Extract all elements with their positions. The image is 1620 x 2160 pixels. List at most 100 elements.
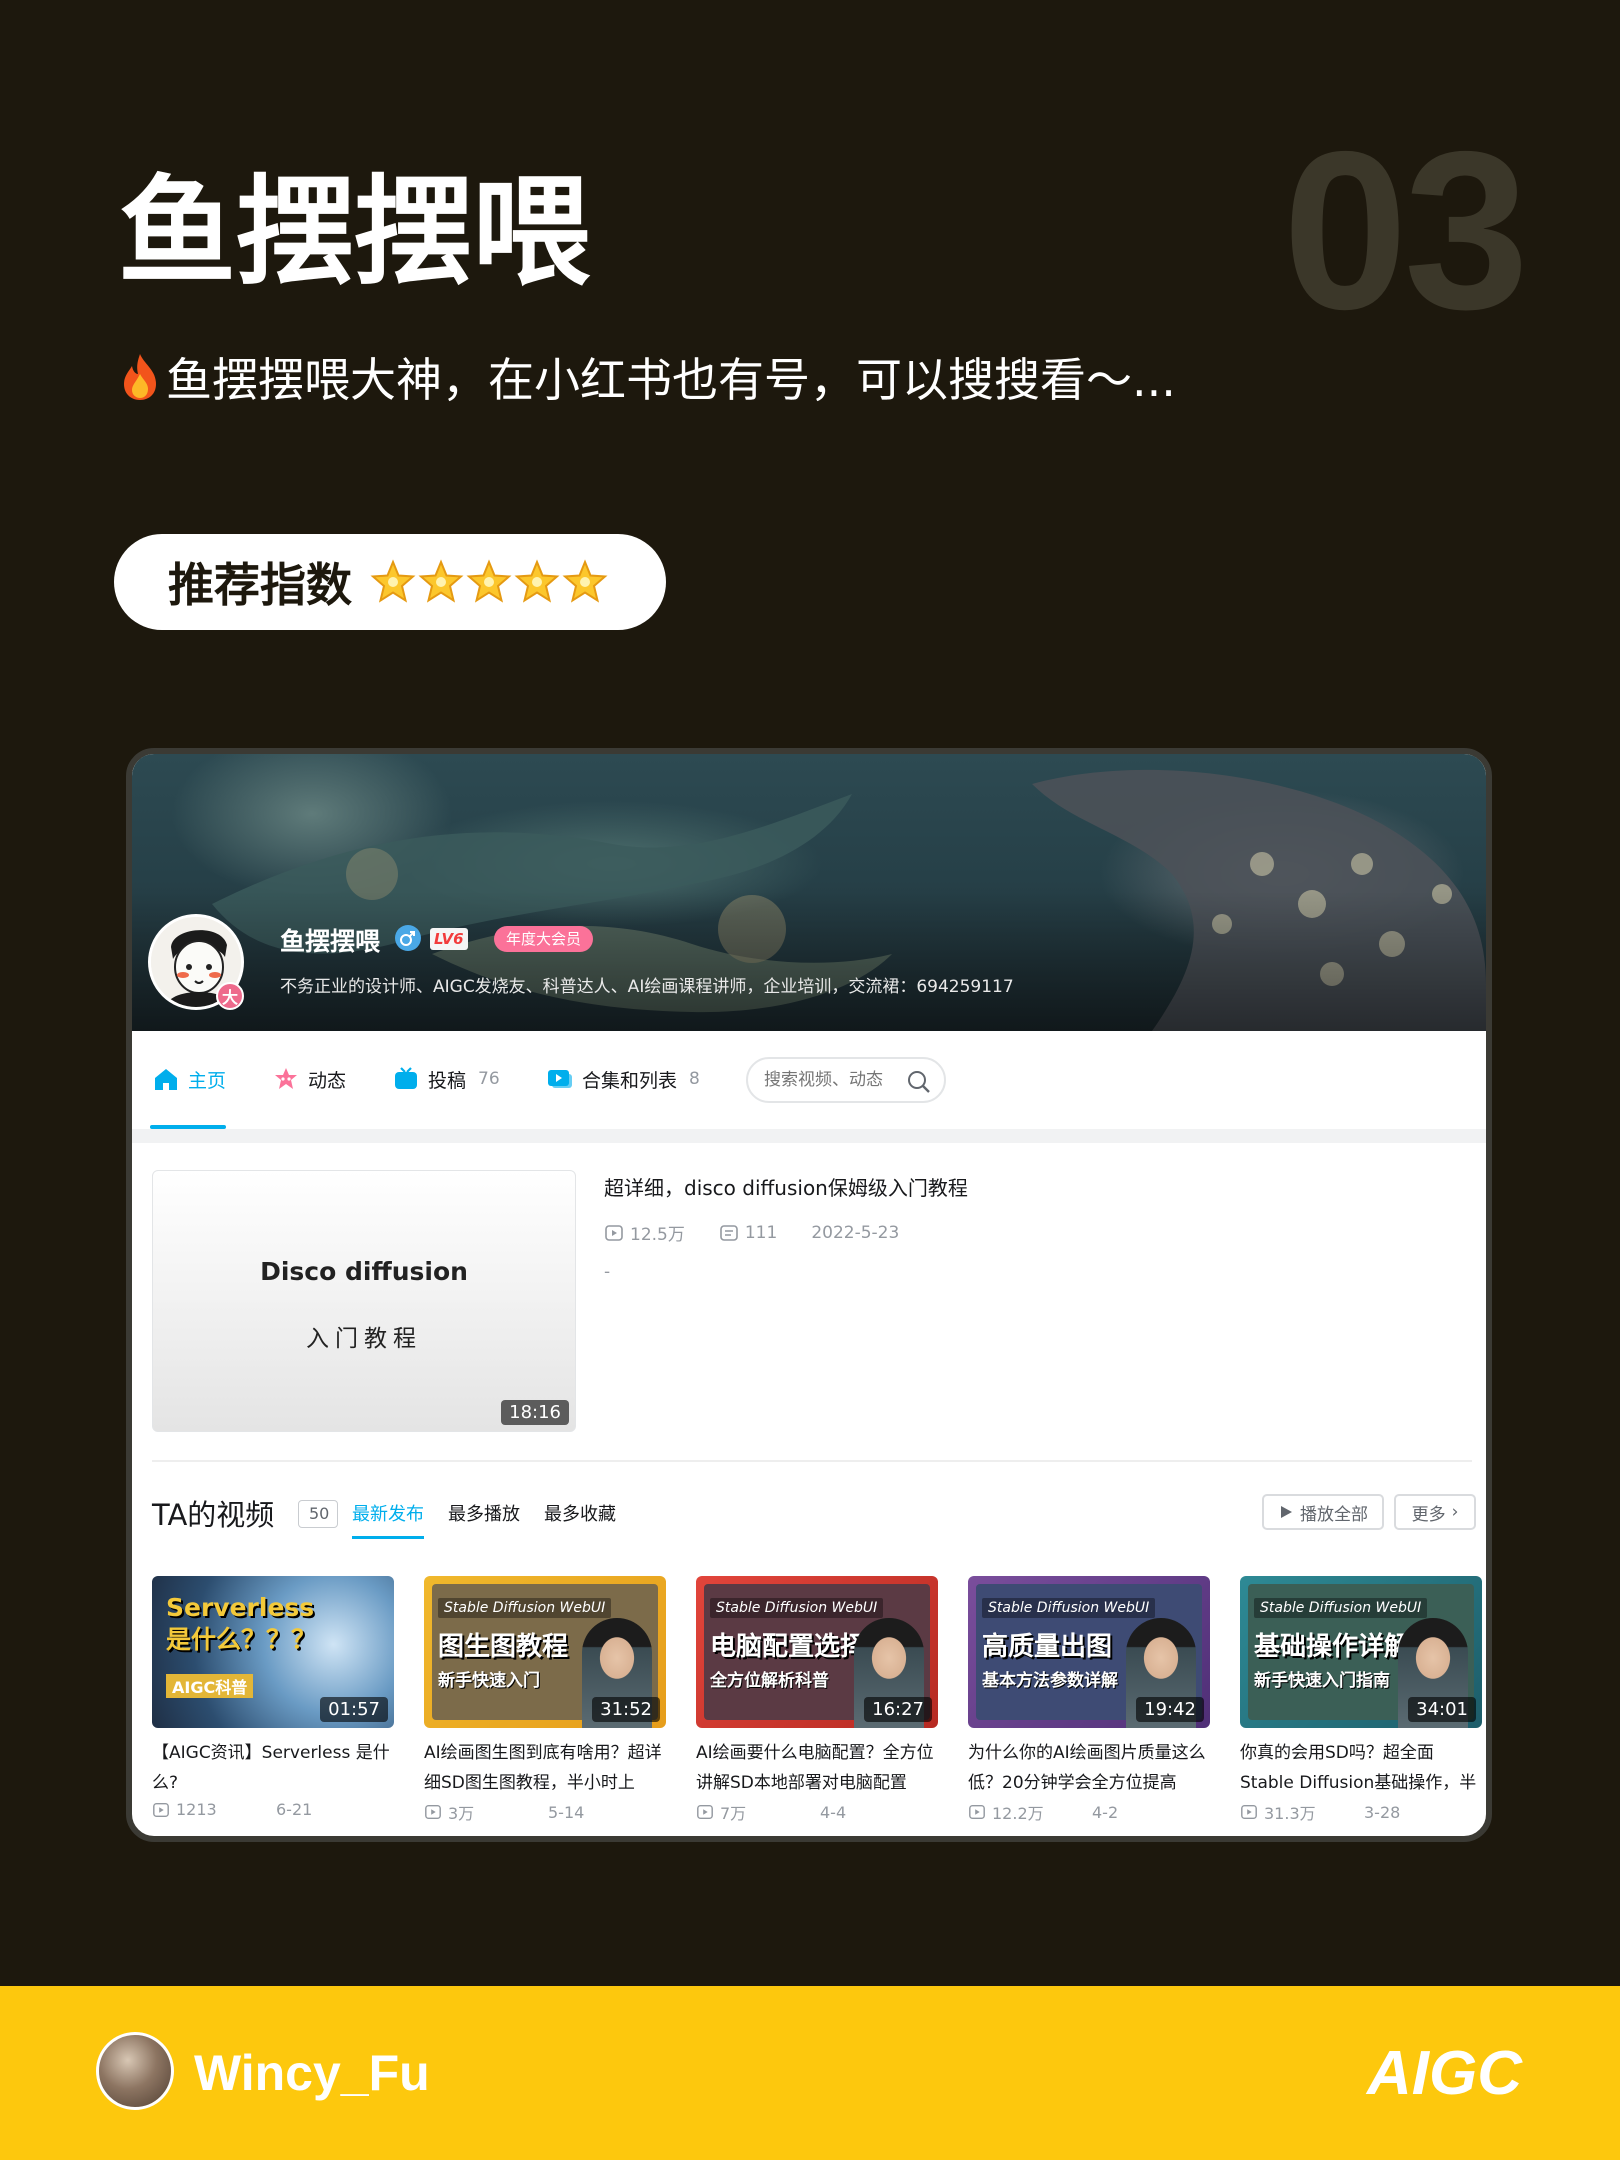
thumbnail-headline: 图生图教程 xyxy=(438,1632,569,1662)
thumbnail-chip: Stable Diffusion WebUI xyxy=(982,1598,1156,1618)
video-duration: 31:52 xyxy=(592,1697,660,1722)
rating-stars xyxy=(370,559,610,605)
more-label: 更多 xyxy=(1411,1504,1446,1525)
star-icon xyxy=(370,559,416,603)
recommend-rating: 推荐指数 xyxy=(114,534,666,630)
videos-section-title: TA的视频 xyxy=(152,1498,275,1532)
video-title[interactable]: AI绘画图生图到底有啥用？超详细SD图生图教程，半小时上 xyxy=(424,1738,666,1798)
chevron-right-icon: › xyxy=(1451,1502,1459,1522)
video-views-value: 3万 xyxy=(448,1804,475,1823)
play-count-icon xyxy=(605,1224,623,1241)
video-thumbnail[interactable]: Stable Diffusion WebUI 图生图教程 新手快速入门 31:52 xyxy=(424,1576,666,1728)
video-views-value: 1213 xyxy=(176,1800,217,1819)
video-views-value: 31.3万 xyxy=(1264,1804,1316,1823)
thumbnail-headline: Serverless 是什么？？？ xyxy=(166,1593,317,1654)
video-views: 12.2万 xyxy=(968,1800,1092,1824)
tab-uploads-label: 投稿 xyxy=(428,1069,467,1092)
thumbnail-headline: 基础操作详解 xyxy=(1254,1632,1411,1662)
page-title: 鱼摆摆喂 xyxy=(118,163,591,301)
star-icon xyxy=(514,559,560,603)
thumbnail-headline: 高质量出图 xyxy=(982,1632,1113,1662)
video-meta: 1213 6-21 xyxy=(152,1800,394,1819)
tab-uploads-count: 76 xyxy=(478,1069,500,1089)
banner-shade xyxy=(132,891,1486,1031)
nav-divider xyxy=(132,1129,1486,1143)
author-name: Wincy_Fu xyxy=(194,2045,430,2101)
video-duration: 16:27 xyxy=(864,1697,932,1722)
video-thumbnail[interactable]: Stable Diffusion WebUI 电脑配置选择 全方位解析科普 16:27 xyxy=(696,1576,938,1728)
video-card[interactable]: Serverless 是什么？？？ AIGC科普 01:57 【AIGC资讯】Serv… xyxy=(152,1576,394,1819)
video-views: 31.3万 xyxy=(1240,1800,1364,1824)
tab-home-label: 主页 xyxy=(188,1069,227,1092)
play-count-icon xyxy=(1241,1804,1257,1820)
featured-views-value: 12.5万 xyxy=(630,1225,685,1245)
thumbnail-subline: 基本方法参数详解 xyxy=(982,1671,1118,1691)
level-badge: LV6 xyxy=(430,928,468,950)
play-count-icon xyxy=(697,1804,713,1820)
male-icon xyxy=(395,925,421,951)
tab-uploads[interactable]: 投稿 76 xyxy=(392,1065,500,1093)
tab-dynamic[interactable]: 动态 xyxy=(272,1065,346,1093)
star-icon xyxy=(418,559,464,603)
video-views-value: 7万 xyxy=(720,1804,747,1823)
section-divider xyxy=(152,1460,1472,1462)
profile-bio: 不务正业的设计师、AIGC发烧友、科普达人、AI绘画课程讲师，企业培训，交流裙：… xyxy=(280,977,1014,997)
play-count-icon xyxy=(969,1804,985,1820)
video-meta: 7万 4-4 xyxy=(696,1800,938,1824)
search-icon[interactable] xyxy=(906,1069,932,1095)
footer-tag: AIGC xyxy=(1367,2039,1522,2108)
video-card[interactable]: Stable Diffusion WebUI 电脑配置选择 全方位解析科普 16:27… xyxy=(696,1576,938,1824)
home-icon xyxy=(155,1069,177,1090)
play-count-icon xyxy=(425,1804,441,1820)
tab-latest[interactable]: 最新发布 xyxy=(352,1500,424,1526)
featured-comments-value: 111 xyxy=(744,1222,778,1243)
featured-thumb-title: Disco diffusion xyxy=(260,1257,468,1286)
video-views: 7万 xyxy=(696,1800,820,1824)
video-card[interactable]: Stable Diffusion WebUI 图生图教程 新手快速入门 31:52 AI… xyxy=(424,1576,666,1824)
featured-views: 12.5万 xyxy=(604,1220,685,1245)
star-icon xyxy=(466,559,512,603)
video-card[interactable]: Stable Diffusion WebUI 高质量出图 基本方法参数详解 19:42… xyxy=(968,1576,1210,1824)
tab-collections-count: 8 xyxy=(689,1069,700,1089)
video-date: 4-2 xyxy=(1092,1802,1119,1822)
video-thumbnail[interactable]: Stable Diffusion WebUI 高质量出图 基本方法参数详解 19:42 xyxy=(968,1576,1210,1728)
featured-meta: 12.5万 111 2022-5-23 xyxy=(604,1220,899,1245)
thumbnail-chip: Stable Diffusion WebUI xyxy=(438,1598,612,1618)
video-meta: 3万 5-14 xyxy=(424,1800,666,1824)
avatar-badge: 大 xyxy=(216,982,244,1010)
video-views-value: 12.2万 xyxy=(992,1804,1044,1823)
tv-icon xyxy=(395,1067,417,1089)
section-number: 03 xyxy=(1282,104,1529,356)
star-icon xyxy=(562,559,608,603)
featured-video-thumbnail[interactable]: Disco diffusion 入门教程 18:16 xyxy=(152,1170,576,1432)
videos-count: 50 xyxy=(298,1500,339,1528)
thumbnail-subline: 新手快速入门指南 xyxy=(1254,1671,1390,1691)
more-button[interactable]: 更多 › xyxy=(1394,1494,1476,1530)
video-duration: 34:01 xyxy=(1408,1697,1476,1722)
featured-video-title[interactable]: 超详细，disco diffusion保姆级入门教程 xyxy=(604,1172,968,1201)
thumbnail-chip: Stable Diffusion WebUI xyxy=(1254,1598,1428,1618)
video-date: 6-21 xyxy=(276,1800,313,1819)
video-title[interactable]: AI绘画要什么电脑配置？全方位讲解SD本地部署对电脑配置 xyxy=(696,1738,938,1798)
profile-nav: 主页 动态 投稿 76 合集和列表 8 xyxy=(132,1031,1486,1129)
page-subtitle: 鱼摆摆喂大神，在小红书也有号，可以搜搜看～... xyxy=(118,352,1176,408)
video-thumbnail[interactable]: Serverless 是什么？？？ AIGC科普 01:57 xyxy=(152,1576,394,1728)
video-card[interactable]: Stable Diffusion WebUI 基础操作详解新手快速入门指南 34:0… xyxy=(1240,1576,1482,1824)
tab-collections[interactable]: 合集和列表 8 xyxy=(546,1065,700,1093)
tab-most-played[interactable]: 最多播放 xyxy=(448,1500,520,1526)
tab-most-favorited[interactable]: 最多收藏 xyxy=(544,1500,616,1526)
video-views: 3万 xyxy=(424,1800,548,1824)
play-all-button[interactable]: 播放全部 xyxy=(1262,1494,1384,1530)
featured-duration: 18:16 xyxy=(501,1400,569,1425)
tab-home[interactable]: 主页 xyxy=(152,1065,226,1093)
playlist-icon xyxy=(548,1070,572,1088)
video-title[interactable]: 你真的会用SD吗？超全面Stable Diffusion基础操作，半 xyxy=(1240,1738,1482,1798)
featured-thumb-subtitle: 入门教程 xyxy=(306,1326,422,1352)
video-title[interactable]: 为什么你的AI绘画图片质量这么低？20分钟学会全方位提高 xyxy=(968,1738,1210,1798)
video-thumbnail[interactable]: Stable Diffusion WebUI 基础操作详解新手快速入门指南 34:0… xyxy=(1240,1576,1482,1728)
video-title[interactable]: 【AIGC资讯】Serverless 是什么? xyxy=(152,1738,394,1798)
footer-bar: Wincy_Fu AIGC xyxy=(0,1986,1620,2160)
comment-icon xyxy=(720,1224,738,1241)
subtitle-text: 鱼摆摆喂大神，在小红书也有号，可以搜搜看～... xyxy=(166,353,1176,407)
profile-name: 鱼摆摆喂 xyxy=(280,927,381,956)
